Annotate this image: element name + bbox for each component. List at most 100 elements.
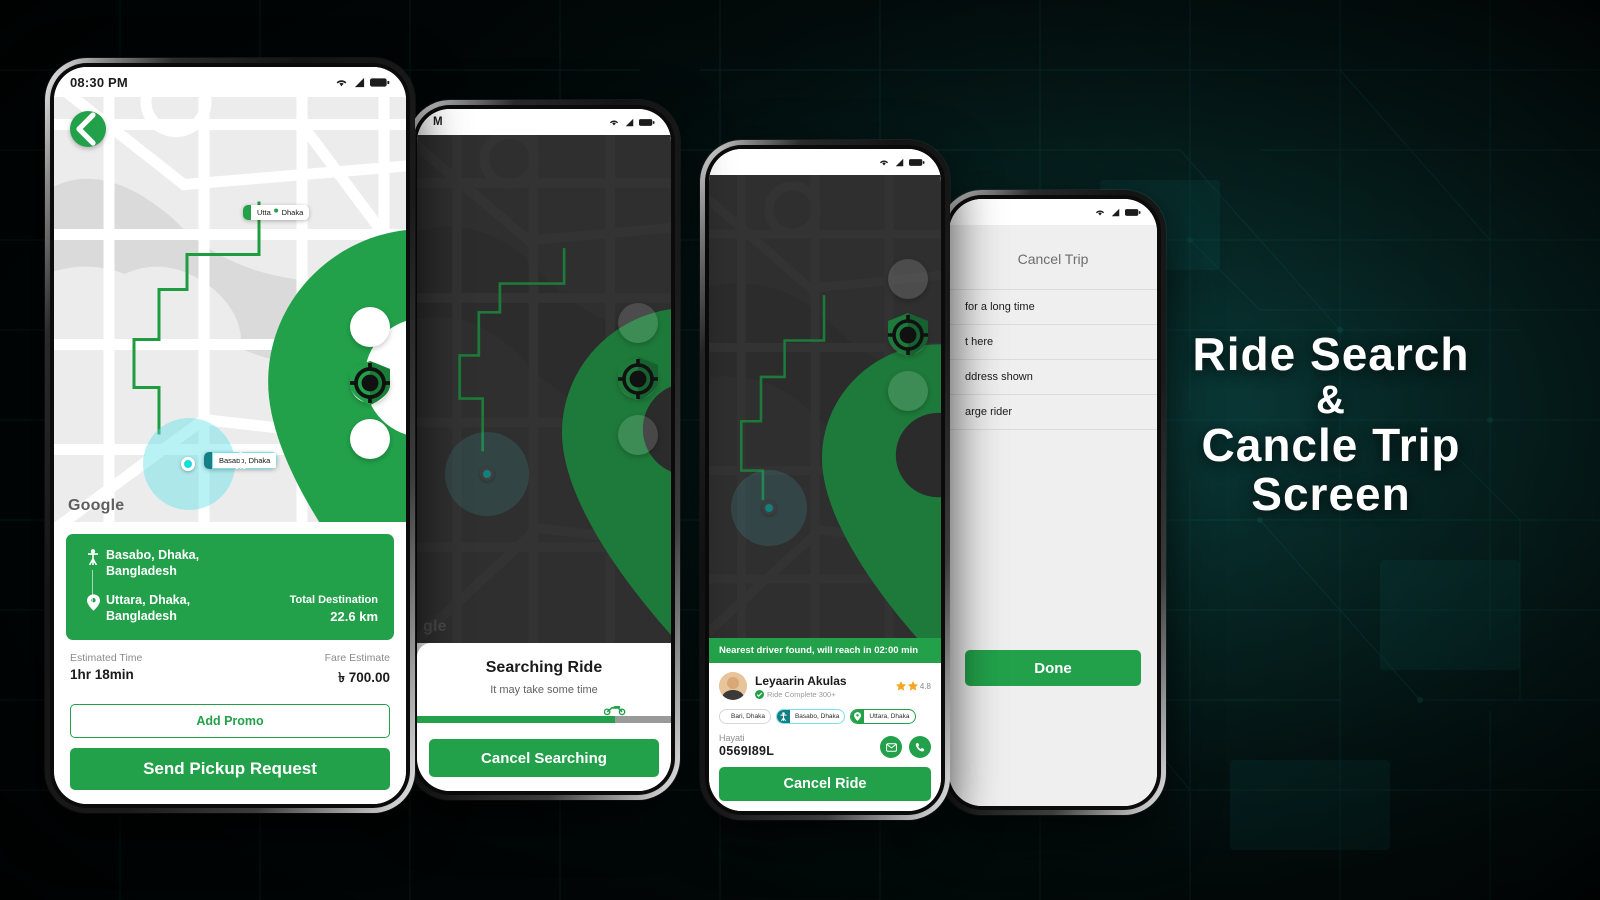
- map-pin-icon: [80, 593, 106, 611]
- phone1-fab-group: %: [350, 307, 390, 459]
- wifi-icon: [336, 80, 347, 87]
- phone2-status-bar: M: [417, 109, 671, 135]
- map-pin-icon: [243, 205, 283, 220]
- phone1-screen: 08:30 PM Uttara, Dhaka Basabo, Dhaka Goo…: [54, 67, 406, 804]
- search-progress-fill: [417, 716, 616, 723]
- phone1-status-time: 08:30 PM: [70, 74, 128, 90]
- searching-ride-sheet: Searching Ride It may take some time Can…: [417, 643, 671, 791]
- contact-buttons: [880, 736, 931, 758]
- headline-line-3: Cancle Trip: [1201, 419, 1461, 472]
- wifi-icon: [879, 160, 889, 166]
- headline-line-2: &: [1316, 377, 1346, 422]
- driver-rating: 4.8: [895, 681, 931, 691]
- driver-body: Leyaarin Akulas Ride Complete 300+ 4.8 B…: [709, 663, 941, 758]
- map-pin-icon: [851, 710, 865, 723]
- destination-pin-label[interactable]: Uttara, Dhaka: [243, 205, 310, 220]
- estimated-time-block: Estimated Time 1hr 18min: [70, 652, 142, 690]
- map-pin-glyph: [86, 594, 100, 611]
- my-location-fab[interactable]: [888, 315, 928, 411]
- battery-icon: [370, 77, 390, 87]
- chevron-left-icon: [76, 112, 96, 146]
- phone2-fab-group: %: [618, 303, 658, 455]
- estimated-time-value: 1hr 18min: [70, 667, 134, 682]
- phone2-map[interactable]: gle %: [417, 135, 671, 643]
- crosshair-icon: [618, 359, 658, 399]
- driver-rides-label: Ride Complete 300+: [767, 689, 836, 699]
- search-progress-bar: [417, 705, 671, 723]
- driver-top-row: Leyaarin Akulas Ride Complete 300+ 4.8: [719, 672, 931, 700]
- phone1-map[interactable]: Uttara, Dhaka Basabo, Dhaka Google: [54, 97, 406, 523]
- pickup-address-line1: Basabo, Dhaka,: [106, 548, 200, 563]
- searching-subtitle: It may take some time: [490, 684, 598, 696]
- dropoff-row: Uttara, Dhaka, Bangladesh Total Destinat…: [80, 593, 378, 626]
- cancel-searching-button[interactable]: Cancel Searching: [429, 739, 659, 777]
- crosshair-icon: [350, 363, 390, 403]
- phone3-fab-group: %: [888, 259, 928, 411]
- location-chip[interactable]: Uttara, Dhaka: [850, 709, 916, 724]
- location-chip-label: Uttara, Dhaka: [869, 713, 910, 720]
- location-chip-label: Bari, Dhaka: [731, 713, 765, 720]
- map-pin-glyph: [270, 205, 283, 220]
- route-connector: [92, 570, 93, 605]
- pickup-person-glyph: [87, 549, 99, 566]
- phone3-map[interactable]: %: [709, 175, 941, 638]
- total-destination-label: Total Destination: [289, 594, 378, 607]
- pickup-pin-label[interactable]: Basabo, Dhaka: [204, 452, 278, 469]
- phone1-status-icons: [334, 76, 390, 88]
- phone4-status-icons: [1094, 207, 1141, 217]
- driver-rides-complete: Ride Complete 300+: [755, 689, 896, 699]
- wifi-icon: [1095, 210, 1105, 216]
- vehicle-info: Hayati 0569I89L: [719, 733, 774, 758]
- cancel-ride-button[interactable]: Cancel Ride: [719, 767, 931, 801]
- cancel-reason-item[interactable]: for a long time: [949, 289, 1157, 325]
- my-location-fab[interactable]: [618, 359, 658, 455]
- phone3-status-bar: [709, 149, 941, 175]
- back-button[interactable]: [70, 111, 106, 147]
- phone2-status-time: M: [433, 116, 443, 128]
- location-chip-label: Basabo, Dhaka: [794, 713, 840, 720]
- done-button-wrap: Done: [949, 650, 1157, 806]
- crosshair-icon: [888, 315, 928, 355]
- call-driver-button[interactable]: [909, 736, 931, 758]
- motorcycle-icon: [563, 438, 671, 643]
- driver-found-banner: Nearest driver found, will reach in 02:0…: [709, 638, 941, 663]
- pickup-person-icon: [204, 452, 247, 469]
- done-button[interactable]: Done: [965, 650, 1141, 686]
- driver-rating-value: 4.8: [919, 681, 931, 691]
- driver-avatar: [719, 672, 747, 700]
- ride-detail-sheet: Basabo, Dhaka, Bangladesh Uttara, Dhaka,…: [54, 522, 406, 804]
- phone2-status-icons: [608, 117, 655, 127]
- cancel-trip-title: Cancel Trip: [1017, 251, 1089, 267]
- google-watermark-2: gle: [423, 618, 447, 635]
- page-title: Ride Search & Cancle Trip Screen: [1096, 330, 1566, 519]
- driver-meta: Leyaarin Akulas Ride Complete 300+: [755, 674, 896, 699]
- dropoff-address: Uttara, Dhaka, Bangladesh: [106, 593, 290, 624]
- send-pickup-request-button[interactable]: Send Pickup Request: [70, 748, 390, 790]
- map-pin-glyph: [854, 712, 862, 721]
- total-destination: Total Destination 22.6 km: [290, 593, 378, 626]
- message-driver-button[interactable]: [880, 736, 902, 758]
- location-chip[interactable]: Bari, Dhaka: [719, 709, 771, 724]
- vehicle-name: Hayati: [719, 733, 745, 743]
- phone-driver-found: % Nearest driver found, will reach in 02…: [700, 140, 950, 820]
- trip-location-chips: Bari, Dhaka Basabo, Dhaka Uttara, Dhaka: [719, 709, 931, 724]
- estimated-time-label: Estimated Time: [70, 652, 143, 664]
- battery-icon: [909, 158, 925, 166]
- pickup-dot-1: [181, 457, 195, 471]
- add-promo-button[interactable]: Add Promo: [70, 704, 390, 738]
- phone3-screen: % Nearest driver found, will reach in 02…: [709, 149, 941, 811]
- phone1-status-bar: 08:30 PM: [54, 67, 406, 97]
- phone-ride-detail: 08:30 PM Uttara, Dhaka Basabo, Dhaka Goo…: [45, 58, 415, 813]
- fare-estimate-block: Fare Estimate ৳ 700.00: [325, 652, 390, 690]
- location-chip[interactable]: Basabo, Dhaka: [775, 709, 846, 724]
- phone3-status-icons: [878, 157, 925, 167]
- pickup-person-glyph: [780, 712, 787, 721]
- my-location-fab[interactable]: [350, 363, 390, 459]
- vehicle-row: Hayati 0569I89L: [719, 733, 931, 758]
- phone-icon: [915, 742, 924, 751]
- motorcycle-icon: [835, 477, 941, 638]
- pickup-dot-3: [762, 501, 776, 515]
- wifi-icon: [609, 120, 619, 126]
- avatar-illustration: [719, 672, 747, 700]
- pickup-dot-2: [480, 467, 494, 481]
